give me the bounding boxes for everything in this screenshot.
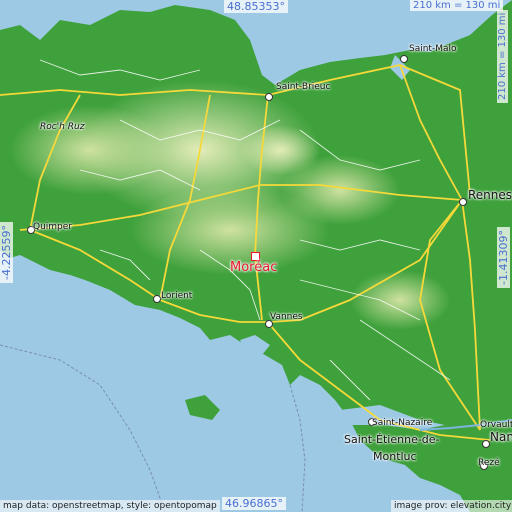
- coord-right: -1.41309°: [497, 227, 510, 288]
- place-label-montluc: Montluc: [373, 450, 417, 463]
- place-label-reze: Rezé: [478, 458, 500, 468]
- saint-brieuc-marker: [265, 93, 273, 101]
- coord-bottom: 46.96865°: [222, 497, 286, 510]
- lorient-marker: [153, 295, 161, 303]
- coord-left: -4.22559°: [0, 222, 13, 283]
- place-label-lorient: Lorient: [161, 291, 193, 301]
- scale-right: 210 km = 130 mi: [497, 9, 508, 103]
- place-label-saint-nazaire: Saint-Nazaire: [372, 418, 433, 428]
- rennes-marker: [459, 198, 467, 206]
- place-label-roch-ruz: Roc'h Ruz: [40, 122, 85, 132]
- map-view[interactable]: Saint-Malo Saint-Brieuc Roc'h Ruz Rennes…: [0, 0, 512, 512]
- place-label-saint-malo: Saint-Malo: [409, 44, 457, 54]
- place-label-saint-etienne: Saint-Étienne-de-: [344, 433, 440, 446]
- place-label-nantes: Nan: [490, 430, 512, 444]
- attribution-right: image prov: elevation.city: [391, 500, 512, 512]
- place-label-orvault: Orvault: [480, 420, 512, 430]
- place-label-rennes: Rennes: [468, 188, 512, 202]
- place-label-saint-brieuc: Saint-Brieuc: [276, 82, 331, 92]
- place-label-quimper: Quimper: [33, 222, 73, 232]
- highlight-place-label: Moréac: [230, 260, 278, 275]
- scale-top: 210 km = 130 mi: [410, 0, 504, 11]
- nantes-marker: [482, 440, 490, 448]
- place-label-vannes: Vannes: [270, 312, 303, 322]
- coord-top: 48.85353°: [224, 0, 288, 13]
- attribution-left: map data: openstreetmap, style: opentopo…: [0, 500, 220, 512]
- saint-malo-marker: [400, 55, 408, 63]
